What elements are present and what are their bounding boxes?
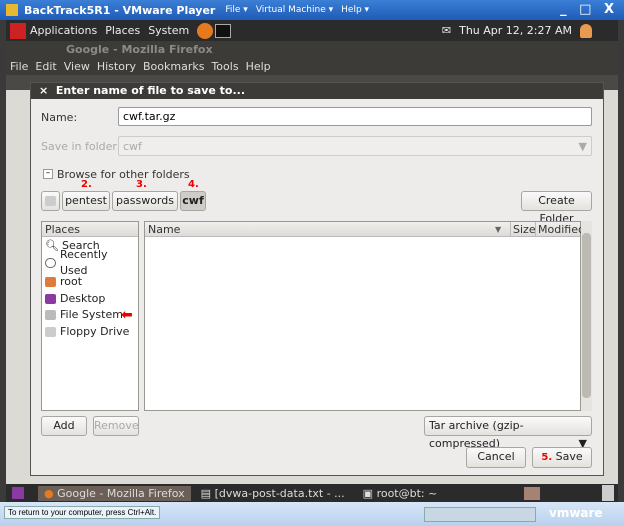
annotation-2: 2. (81, 179, 92, 190)
vmware-title: BackTrack5R1 - VMware Player (24, 3, 216, 17)
taskbar: ● Google - Mozilla Firefox ▤ [dvwa-post-… (6, 484, 618, 502)
collapse-icon[interactable]: – (43, 169, 53, 179)
filter-combo[interactable]: Tar archive (gzip-compressed) ▼ (424, 416, 592, 450)
menu-places[interactable]: Places (105, 24, 140, 37)
column-size[interactable]: Size (510, 222, 536, 237)
drive-icon (45, 310, 56, 320)
place-floppy-drive[interactable]: Floppy Drive (45, 324, 129, 340)
cancel-button[interactable]: Cancel (466, 447, 526, 468)
vmware-logo: vmware (549, 506, 603, 520)
vmware-titlebar: BackTrack5R1 - VMware Player File ▾ Virt… (0, 0, 624, 20)
name-label: Name: (41, 111, 78, 124)
path-button-passwords[interactable]: passwords (112, 191, 178, 211)
menu-help[interactable]: Help (246, 60, 271, 73)
red-arrow-icon: ⬅ (121, 307, 133, 323)
create-folder-button[interactable]: Create Folder (521, 191, 592, 225)
menu-tools[interactable]: Tools (211, 60, 238, 73)
task-editor[interactable]: ▤ [dvwa-post-data.txt - ... (201, 487, 345, 500)
clock[interactable]: Thu Apr 12, 2:27 AM (459, 24, 572, 37)
column-modified[interactable]: Modified (535, 222, 585, 237)
backtrack-logo-icon (10, 22, 26, 39)
path-root-button[interactable] (41, 191, 60, 211)
menu-bookmarks[interactable]: Bookmarks (143, 60, 204, 73)
dialog-titlebar: × Enter name of file to save to... (31, 83, 603, 99)
menu-file[interactable]: File (10, 60, 28, 73)
floppy-icon (45, 327, 56, 337)
filename-input[interactable]: cwf.tar.gz (118, 107, 592, 126)
vmware-menu-help[interactable]: Help ▾ (341, 5, 369, 15)
save-in-folder-combo[interactable]: cwf ▼ (118, 136, 592, 156)
terminal-icon: ▣ (362, 486, 374, 500)
clock-icon (45, 258, 56, 268)
desktop-icon (45, 294, 56, 304)
chevron-down-icon: ▼ (578, 140, 587, 153)
drive-icon (45, 196, 56, 206)
firefox-icon: ● (44, 486, 54, 500)
file-list-header: Name ▼ Size Modified (145, 222, 585, 237)
device-icons[interactable] (424, 507, 536, 522)
workspace-switcher[interactable] (524, 486, 540, 500)
firefox-title: Google - Mozilla Firefox (66, 43, 213, 56)
browse-expander[interactable]: Browse for other folders (57, 168, 190, 181)
file-list[interactable]: Name ▼ Size Modified (144, 221, 585, 411)
save-button[interactable]: 5. Save (532, 447, 592, 468)
firefox-menubar: File Edit View History Bookmarks Tools H… (6, 58, 618, 75)
menu-applications[interactable]: Applications (30, 24, 97, 37)
place-file-system[interactable]: File System (45, 307, 123, 323)
menu-system[interactable]: System (148, 24, 189, 37)
place-root[interactable]: root (45, 274, 82, 290)
dialog-title: Enter name of file to save to... (55, 84, 246, 97)
path-button-cwf[interactable]: cwf (180, 191, 206, 211)
save-dialog: × Enter name of file to save to... Name:… (30, 82, 604, 476)
save-in-folder-label: Save in folder: (41, 140, 121, 153)
menu-history[interactable]: History (97, 60, 136, 73)
status-hint: To return to your computer, press Ctrl+A… (4, 506, 161, 519)
text-editor-icon: ▤ (200, 486, 212, 500)
scrollbar[interactable] (581, 221, 592, 411)
annotation-4: 4. (188, 179, 199, 190)
column-name[interactable]: Name (148, 223, 180, 236)
add-bookmark-button[interactable]: Add (41, 416, 87, 436)
task-firefox[interactable]: ● Google - Mozilla Firefox (38, 485, 191, 501)
search-icon: 🔍︎ (45, 239, 59, 252)
path-button-pentest[interactable]: pentest (62, 191, 110, 211)
places-header: Places (42, 222, 138, 237)
mail-icon[interactable]: ✉ (442, 24, 451, 37)
place-desktop[interactable]: Desktop (45, 291, 105, 307)
task-terminal[interactable]: ▣ root@bt: ~ (363, 487, 438, 500)
terminal-launcher-icon[interactable] (215, 23, 232, 38)
user-icon[interactable] (580, 23, 592, 38)
home-folder-icon (45, 277, 56, 287)
vmware-icon (6, 4, 18, 16)
vmware-menu-vm[interactable]: Virtual Machine ▾ (256, 5, 333, 15)
annotation-3: 3. (136, 179, 147, 190)
vmware-statusbar: To return to your computer, press Ctrl+A… (0, 502, 624, 526)
show-desktop-icon[interactable] (12, 487, 24, 499)
gnome-panel: Applications Places System ✉ Thu Apr 12,… (6, 20, 618, 41)
annotation-5: 5. (541, 452, 553, 463)
vmware-menu-file[interactable]: File ▾ (225, 5, 247, 15)
remove-bookmark-button[interactable]: Remove (93, 416, 139, 436)
firefox-launcher-icon[interactable] (197, 22, 214, 39)
trash-icon[interactable] (602, 485, 614, 501)
place-recently-used[interactable]: Recently Used (45, 248, 138, 277)
menu-view[interactable]: View (64, 60, 90, 73)
window-controls[interactable]: _ □ X (560, 2, 618, 17)
sort-arrow-icon: ▼ (495, 225, 502, 234)
menu-edit[interactable]: Edit (35, 60, 56, 73)
scrollbar-thumb[interactable] (582, 233, 591, 398)
close-icon[interactable]: × (39, 84, 48, 97)
